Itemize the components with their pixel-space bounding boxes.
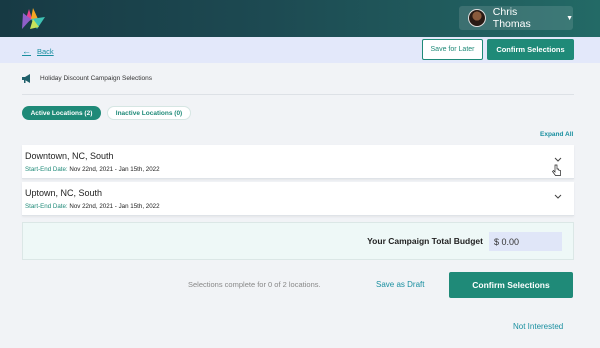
back-arrow-icon: ←	[22, 46, 31, 56]
budget-label: Your Campaign Total Budget	[367, 236, 483, 246]
date-label: Start-End Date:	[25, 166, 68, 173]
chevron-down-icon[interactable]	[554, 194, 562, 200]
date-range: Nov 22nd, 2021 - Jan 15th, 2022	[69, 166, 160, 173]
logo-icon[interactable]	[19, 5, 47, 31]
location-card[interactable]: Downtown, NC, South Start-End Date: Nov …	[22, 145, 574, 179]
date-label: Start-End Date:	[25, 203, 68, 210]
tab-inactive-locations[interactable]: Inactive Locations (0)	[107, 106, 191, 120]
budget-input[interactable]	[489, 232, 562, 251]
selection-status: Selections complete for 0 of 2 locations…	[188, 280, 321, 289]
confirm-selections-button[interactable]: Confirm Selections	[449, 272, 573, 298]
location-card[interactable]: Uptown, NC, South Start-End Date: Nov 22…	[22, 182, 574, 216]
avatar	[468, 9, 486, 27]
caret-down-icon: ▼	[566, 14, 573, 22]
location-name: Downtown, NC, South	[25, 151, 114, 161]
date-range: Nov 22nd, 2021 - Jan 15th, 2022	[69, 203, 160, 210]
location-dates: Start-End Date: Nov 22nd, 2021 - Jan 15t…	[25, 166, 160, 173]
not-interested-link[interactable]: Not Interested	[513, 322, 563, 331]
save-as-draft-link[interactable]: Save as Draft	[376, 280, 424, 289]
page-title-row: Holiday Discount Campaign Selections	[22, 74, 152, 83]
divider	[22, 94, 574, 95]
user-name: Chris Thomas	[492, 6, 531, 30]
location-dates: Start-End Date: Nov 22nd, 2021 - Jan 15t…	[25, 203, 160, 210]
back-label: Back	[37, 46, 54, 56]
budget-panel: Your Campaign Total Budget	[22, 222, 574, 260]
expand-all-link[interactable]: Expand All	[540, 131, 573, 138]
confirm-selections-button-top[interactable]: Confirm Selections	[487, 39, 574, 60]
chevron-down-icon[interactable]	[554, 157, 562, 163]
back-link[interactable]: ← Back	[22, 46, 54, 56]
location-name: Uptown, NC, South	[25, 188, 103, 198]
page-title: Holiday Discount Campaign Selections	[40, 75, 153, 82]
user-menu-button[interactable]: Chris Thomas ▼	[459, 6, 573, 30]
save-for-later-button[interactable]: Save for Later	[422, 39, 483, 60]
pointer-cursor-icon	[552, 164, 561, 176]
tab-active-locations[interactable]: Active Locations (2)	[22, 106, 101, 120]
top-header: Chris Thomas ▼	[0, 0, 600, 37]
megaphone-icon	[22, 74, 30, 83]
